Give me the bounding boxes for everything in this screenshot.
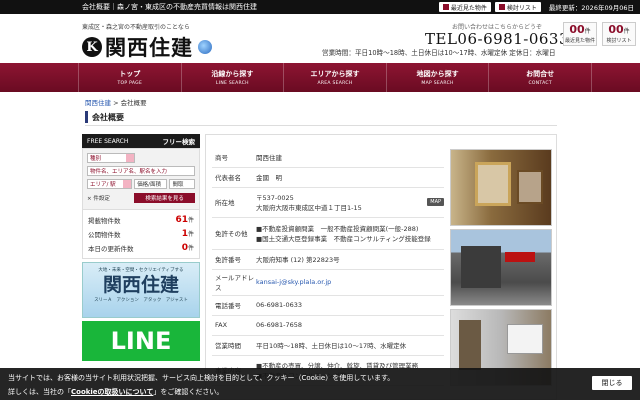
storefront-photo bbox=[450, 229, 552, 306]
property-stats: 掲載物件数 61件 公開物件数 1件 本日の更新件数 0件 bbox=[82, 210, 200, 259]
keyword-input[interactable]: 物件名、エリア名、駅名を入力 bbox=[87, 166, 195, 176]
list-icon bbox=[498, 4, 505, 10]
info-value: 06-6981-7658 bbox=[256, 315, 444, 336]
area-station-select[interactable]: エリア/ 駅 bbox=[87, 179, 133, 189]
free-search-header: FREE SEARCH フリー検索 bbox=[82, 134, 200, 148]
logo-mark-icon: K bbox=[82, 37, 102, 57]
info-label: 商号 bbox=[212, 147, 256, 168]
last-updated: 最終更新：2026年09月06日 bbox=[548, 4, 634, 12]
recent-viewed-counter[interactable]: 00件 最近見た物件 bbox=[563, 22, 597, 46]
property-type-select[interactable]: 種別 bbox=[87, 153, 135, 163]
recent-viewed-button[interactable]: 最近見た物件 bbox=[438, 2, 491, 12]
info-row: 代表者名 金國 明 bbox=[212, 167, 444, 188]
reset-conditions-button[interactable]: × 件設定 bbox=[87, 193, 132, 203]
breadcrumb-home-link[interactable]: 関西住建 bbox=[85, 99, 111, 107]
site-logo[interactable]: K 関西住建 bbox=[82, 32, 212, 62]
office-interior-photo bbox=[450, 149, 552, 226]
info-row: 免許番号 大阪府知事 (12) 第22823号 bbox=[212, 249, 444, 270]
cookie-policy-link[interactable]: Cookieの取扱いについて bbox=[71, 388, 153, 396]
page-title: 会社概要 bbox=[85, 109, 557, 126]
globe-icon bbox=[198, 40, 212, 54]
office-photos bbox=[450, 149, 552, 389]
stat-updated-today: 本日の更新件数 0件 bbox=[88, 243, 194, 253]
breadcrumb-current: 会社概要 bbox=[120, 99, 147, 107]
info-value: 金國 明 bbox=[256, 167, 444, 188]
info-row: 免許その他 ■不動産投資顧問業 一般不動産投資顧問業(一般-288) ■国土交通大… bbox=[212, 217, 444, 250]
info-row: メールアドレス kansai-j@sky.plala.or.jp bbox=[212, 269, 444, 296]
tagline: 東成区・森之宮の不動産取引のことなら bbox=[82, 24, 190, 31]
line-banner[interactable]: LINE bbox=[82, 321, 200, 361]
info-row: FAX 06-6981-7658 bbox=[212, 315, 444, 336]
clock-icon bbox=[442, 4, 449, 10]
main-nav: トップ TOP PAGE 沿線から探す LINE SEARCH エリアから探す ARE… bbox=[0, 63, 640, 92]
nav-line-search[interactable]: 沿線から探す LINE SEARCH bbox=[180, 63, 284, 92]
shelf-shape bbox=[459, 320, 481, 370]
layout-select[interactable]: 間取 bbox=[169, 179, 195, 189]
nav-contact[interactable]: お問合せ CONTACT bbox=[488, 63, 592, 92]
chevron-down-icon bbox=[123, 180, 132, 188]
company-info-card: 商号 関西住建 代表者名 金國 明所在地 〒537-0025 大阪府大阪市東成区中道１丁… bbox=[205, 134, 557, 400]
search-results-button[interactable]: 検索結果を見る bbox=[134, 193, 195, 203]
info-label: 電話番号 bbox=[212, 295, 256, 316]
compare-list-counter[interactable]: 00件 検討リスト bbox=[602, 22, 636, 46]
business-hours: 営業時間：平日10時〜18時、土日休日は10〜17時、水曜定休 定休日：水曜日 bbox=[322, 49, 556, 57]
info-row: 電話番号 06-6981-0633 bbox=[212, 295, 444, 316]
info-label: 営業時間 bbox=[212, 335, 256, 356]
free-search-form: 種別 物件名、エリア名、駅名を入力 エリア/ 駅 価格/面積 間取 × 件設定 … bbox=[82, 148, 200, 210]
info-label: 免許その他 bbox=[212, 217, 256, 250]
info-row: 所在地 〒537-0025 大阪府大阪市東成区中道１丁目1-15 MAP bbox=[212, 187, 444, 218]
info-value: 06-6981-0633 bbox=[256, 295, 444, 316]
nav-top[interactable]: トップ TOP PAGE bbox=[78, 63, 181, 92]
info-value[interactable]: kansai-j@sky.plala.or.jp bbox=[256, 269, 444, 296]
company-info-table: 商号 関西住建 代表者名 金國 明所在地 〒537-0025 大阪府大阪市東成区中道１丁… bbox=[212, 147, 444, 386]
info-row: 営業時間 平日10時〜18時、土日休日は10〜17時、水曜定休 bbox=[212, 335, 444, 356]
info-value: 〒537-0025 大阪府大阪市東成区中道１丁目1-15 MAP bbox=[256, 187, 444, 218]
chevron-down-icon bbox=[126, 154, 134, 162]
sign-shape bbox=[505, 252, 535, 262]
info-value: ■不動産投資顧問業 一般不動産投資顧問業(一般-288) ■国土交通大臣登録事業… bbox=[256, 217, 444, 250]
phone-number[interactable]: TEL06-6981-0633 bbox=[425, 30, 569, 48]
cookie-text: 当サイトでは、お客様の当サイト利用状況把握、サービス向上検討を目的として、クッキ… bbox=[8, 374, 395, 382]
map-button[interactable]: MAP bbox=[427, 198, 444, 206]
info-value: 平日10時〜18時、土日休日は10〜17時、水曜定休 bbox=[256, 335, 444, 356]
company-banner[interactable]: 大地・未来・空間・セクリエイティブする 関西住建 スリーＡ アクション アタック… bbox=[82, 262, 200, 318]
title-accent-bar bbox=[85, 111, 88, 123]
stat-listed: 掲載物件数 61件 bbox=[88, 215, 194, 225]
info-label: 所在地 bbox=[212, 187, 256, 218]
breadcrumb: 関西住建 > 会社概要 bbox=[85, 97, 147, 107]
price-area-select[interactable]: 価格/面積 bbox=[134, 179, 168, 189]
info-row: 商号 関西住建 bbox=[212, 147, 444, 168]
info-label: 免許番号 bbox=[212, 249, 256, 270]
info-label: FAX bbox=[212, 315, 256, 336]
logo-text: 関西住建 bbox=[105, 35, 193, 60]
top-bar: 会社概要｜森ノ宮・東成区の不動産売買情報は関西住建 最近見た物件 検討リスト 最… bbox=[0, 0, 640, 14]
info-value: 大阪府知事 (12) 第22823号 bbox=[256, 249, 444, 270]
info-label: 代表者名 bbox=[212, 167, 256, 188]
site-header: 東成区・森之宮の不動産取引のことなら K 関西住建 お問い合わせはこちらからどう… bbox=[0, 14, 640, 62]
stat-public: 公開物件数 1件 bbox=[88, 229, 194, 239]
sidebar: FREE SEARCH フリー検索 種別 物件名、エリア名、駅名を入力 エリア/… bbox=[82, 134, 200, 361]
painting-frame bbox=[475, 162, 511, 206]
site-message: 会社概要｜森ノ宮・東成区の不動産売買情報は関西住建 bbox=[82, 3, 257, 11]
cookie-banner: 当サイトでは、お客様の当サイト利用状況把握、サービス向上検討を目的として、クッキ… bbox=[0, 368, 640, 400]
info-label: メールアドレス bbox=[212, 269, 256, 296]
cookie-close-button[interactable]: 閉じる bbox=[592, 376, 632, 390]
info-value: 関西住建 bbox=[256, 147, 444, 168]
nav-area-search[interactable]: エリアから探す AREA SEARCH bbox=[283, 63, 386, 92]
painting-frame bbox=[517, 170, 543, 204]
breadcrumb-separator: > bbox=[113, 99, 119, 107]
compare-list-button[interactable]: 検討リスト bbox=[494, 2, 541, 12]
nav-map-search[interactable]: 地図から探す MAP SEARCH bbox=[385, 63, 489, 92]
board-shape bbox=[507, 324, 543, 354]
building-shape bbox=[461, 246, 501, 288]
